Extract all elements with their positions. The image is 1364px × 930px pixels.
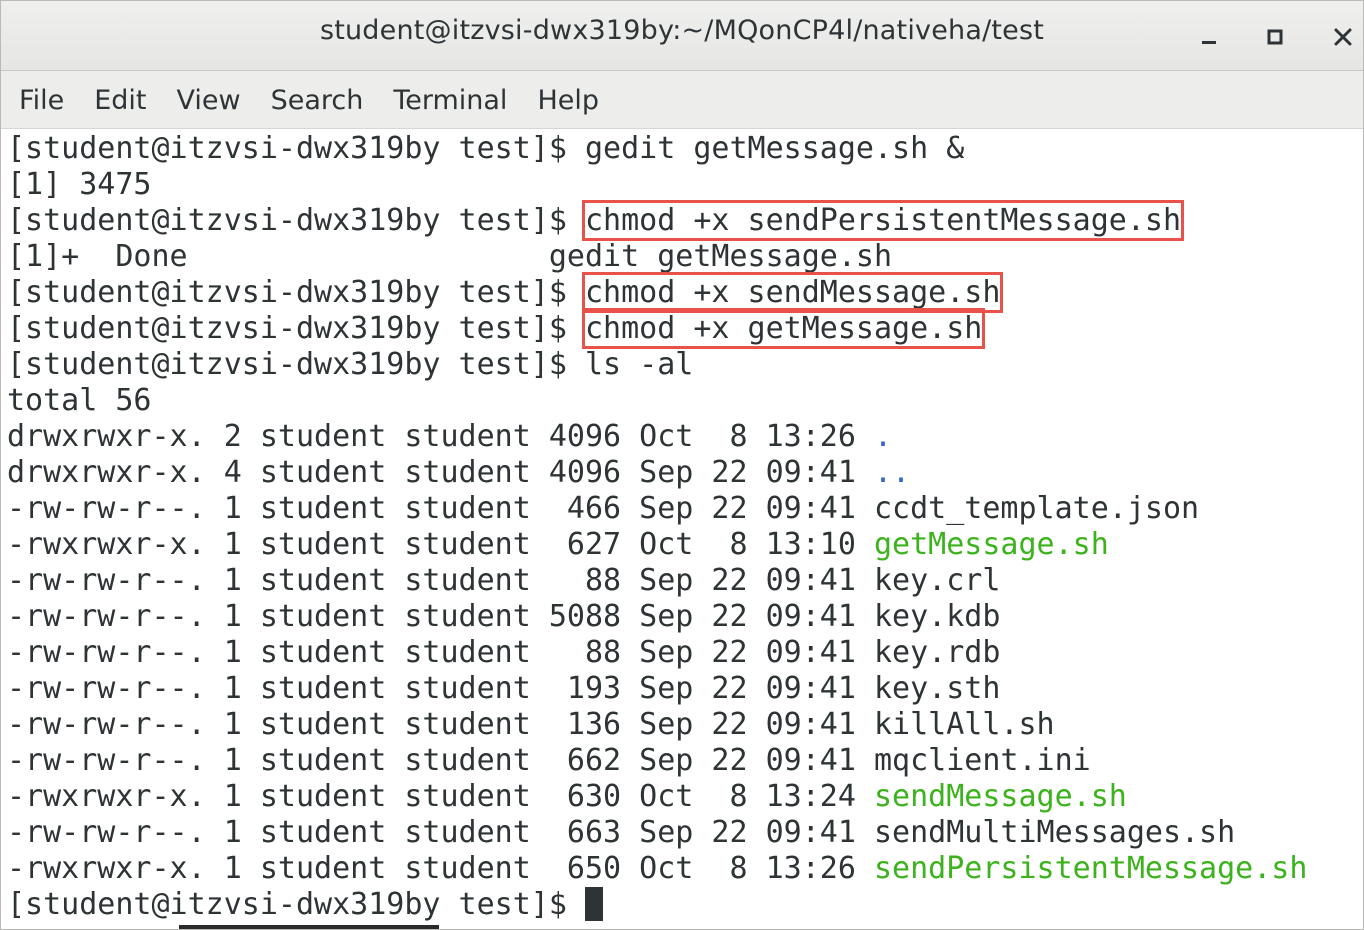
text-cursor: [584, 887, 603, 921]
listing-name: ccdt_template.json: [873, 491, 1200, 526]
listing-name: mqclient.ini: [873, 743, 1091, 778]
terminal-line: [student@itzvsi-dwx319by test]$ gedit ge…: [7, 131, 1363, 167]
listing-name: key.rdb: [873, 635, 1001, 670]
menu-view[interactable]: View: [162, 79, 256, 120]
listing-name: sendPersistentMessage.sh: [873, 851, 1308, 886]
terminal-line: [student@itzvsi-dwx319by test]$ chmod +x…: [7, 308, 1363, 349]
terminal-line: total 56: [7, 383, 1363, 419]
listing-name: getMessage.sh: [873, 527, 1109, 562]
menu-bar: File Edit View Search Terminal Help: [1, 71, 1363, 129]
minimize-icon: [1202, 41, 1216, 44]
listing-meta: -rw-rw-r--. 1 student student 193 Sep 22…: [7, 671, 874, 706]
minimize-button[interactable]: [1189, 17, 1229, 57]
shell-prompt: [student@itzvsi-dwx319by test]$: [7, 275, 585, 310]
command-text: ls -al: [584, 347, 694, 382]
command-text: gedit getMessage.sh &: [584, 131, 965, 166]
menu-terminal[interactable]: Terminal: [379, 79, 523, 120]
listing-row: drwxrwxr-x. 2 student student 4096 Oct 8…: [7, 419, 1363, 455]
menu-edit[interactable]: Edit: [80, 79, 162, 120]
listing-name: sendMultiMessages.sh: [873, 815, 1236, 850]
close-icon: [1334, 28, 1352, 46]
listing-row: -rw-rw-r--. 1 student student 663 Sep 22…: [7, 815, 1363, 851]
total-text: total 56: [7, 383, 152, 418]
close-button[interactable]: [1323, 17, 1363, 57]
shell-prompt: [student@itzvsi-dwx319by test]$: [7, 203, 585, 238]
terminal-line: [1] 3475: [7, 167, 1363, 203]
job-done-status: [1]+ Done: [7, 239, 549, 274]
shell-prompt: [student@itzvsi-dwx319by test]$: [7, 887, 585, 922]
listing-meta: drwxrwxr-x. 2 student student 4096 Oct 8…: [7, 419, 874, 454]
menu-help[interactable]: Help: [523, 79, 615, 120]
taskbar-edge: [179, 925, 439, 929]
listing-row: -rwxrwxr-x. 1 student student 650 Oct 8 …: [7, 851, 1363, 887]
listing-name: .: [873, 419, 893, 454]
listing-row: -rw-rw-r--. 1 student student 466 Sep 22…: [7, 491, 1363, 527]
listing-name: key.kdb: [873, 599, 1001, 634]
listing-meta: -rw-rw-r--. 1 student student 662 Sep 22…: [7, 743, 874, 778]
menu-file[interactable]: File: [5, 79, 80, 120]
listing-row: -rw-rw-r--. 1 student student 193 Sep 22…: [7, 671, 1363, 707]
listing-meta: -rwxrwxr-x. 1 student student 630 Oct 8 …: [7, 779, 874, 814]
listing-meta: -rw-rw-r--. 1 student student 466 Sep 22…: [7, 491, 874, 526]
listing-name: ..: [873, 455, 911, 490]
highlighted-command: chmod +x sendMessage.sh: [581, 272, 1004, 313]
listing-name: sendMessage.sh: [873, 779, 1127, 814]
listing-name: key.crl: [873, 563, 1001, 598]
listing-row: drwxrwxr-x. 4 student student 4096 Sep 2…: [7, 455, 1363, 491]
window-title: student@itzvsi-dwx319by:~/MQonCP4l/nativ…: [319, 15, 1045, 46]
menu-search[interactable]: Search: [257, 79, 380, 120]
terminal-line: [student@itzvsi-dwx319by test]$ chmod +x…: [7, 200, 1363, 241]
listing-row: -rw-rw-r--. 1 student student 88 Sep 22 …: [7, 635, 1363, 671]
listing-row: -rwxrwxr-x. 1 student student 627 Oct 8 …: [7, 527, 1363, 563]
title-bar[interactable]: student@itzvsi-dwx319by:~/MQonCP4l/nativ…: [1, 1, 1363, 71]
listing-row: -rw-rw-r--. 1 student student 662 Sep 22…: [7, 743, 1363, 779]
terminal-window: student@itzvsi-dwx319by:~/MQonCP4l/nativ…: [0, 0, 1364, 930]
listing-meta: -rw-rw-r--. 1 student student 5088 Sep 2…: [7, 599, 874, 634]
highlighted-command: chmod +x sendPersistentMessage.sh: [581, 200, 1185, 241]
terminal-line: [student@itzvsi-dwx319by test]$ chmod +x…: [7, 272, 1363, 313]
listing-meta: -rw-rw-r--. 1 student student 88 Sep 22 …: [7, 563, 874, 598]
listing-meta: -rwxrwxr-x. 1 student student 627 Oct 8 …: [7, 527, 874, 562]
listing-name: key.sth: [873, 671, 1001, 706]
listing-row: -rw-rw-r--. 1 student student 88 Sep 22 …: [7, 563, 1363, 599]
listing-meta: -rw-rw-r--. 1 student student 136 Sep 22…: [7, 707, 874, 742]
maximize-button[interactable]: [1255, 17, 1295, 57]
listing-meta: -rw-rw-r--. 1 student student 663 Sep 22…: [7, 815, 874, 850]
terminal-line: [student@itzvsi-dwx319by test]$ ls -al: [7, 347, 1363, 383]
terminal-line: [student@itzvsi-dwx319by test]$: [7, 887, 1363, 923]
listing-row: -rw-rw-r--. 1 student student 5088 Sep 2…: [7, 599, 1363, 635]
listing-meta: drwxrwxr-x. 4 student student 4096 Sep 2…: [7, 455, 874, 490]
listing-meta: -rwxrwxr-x. 1 student student 650 Oct 8 …: [7, 851, 874, 886]
shell-prompt: [student@itzvsi-dwx319by test]$: [7, 311, 585, 346]
highlighted-command: chmod +x getMessage.sh: [581, 308, 986, 349]
listing-row: -rw-rw-r--. 1 student student 136 Sep 22…: [7, 707, 1363, 743]
terminal-line: [1]+ Done gedit getMessage.sh: [7, 239, 1363, 275]
listing-row: -rwxrwxr-x. 1 student student 630 Oct 8 …: [7, 779, 1363, 815]
terminal-output[interactable]: [student@itzvsi-dwx319by test]$ gedit ge…: [1, 129, 1363, 929]
job-start-text: [1] 3475: [7, 167, 152, 202]
listing-meta: -rw-rw-r--. 1 student student 88 Sep 22 …: [7, 635, 874, 670]
listing-name: killAll.sh: [873, 707, 1055, 742]
maximize-icon: [1267, 29, 1283, 45]
job-done-command: gedit getMessage.sh: [548, 239, 893, 274]
shell-prompt: [student@itzvsi-dwx319by test]$: [7, 347, 585, 382]
shell-prompt: [student@itzvsi-dwx319by test]$: [7, 131, 585, 166]
